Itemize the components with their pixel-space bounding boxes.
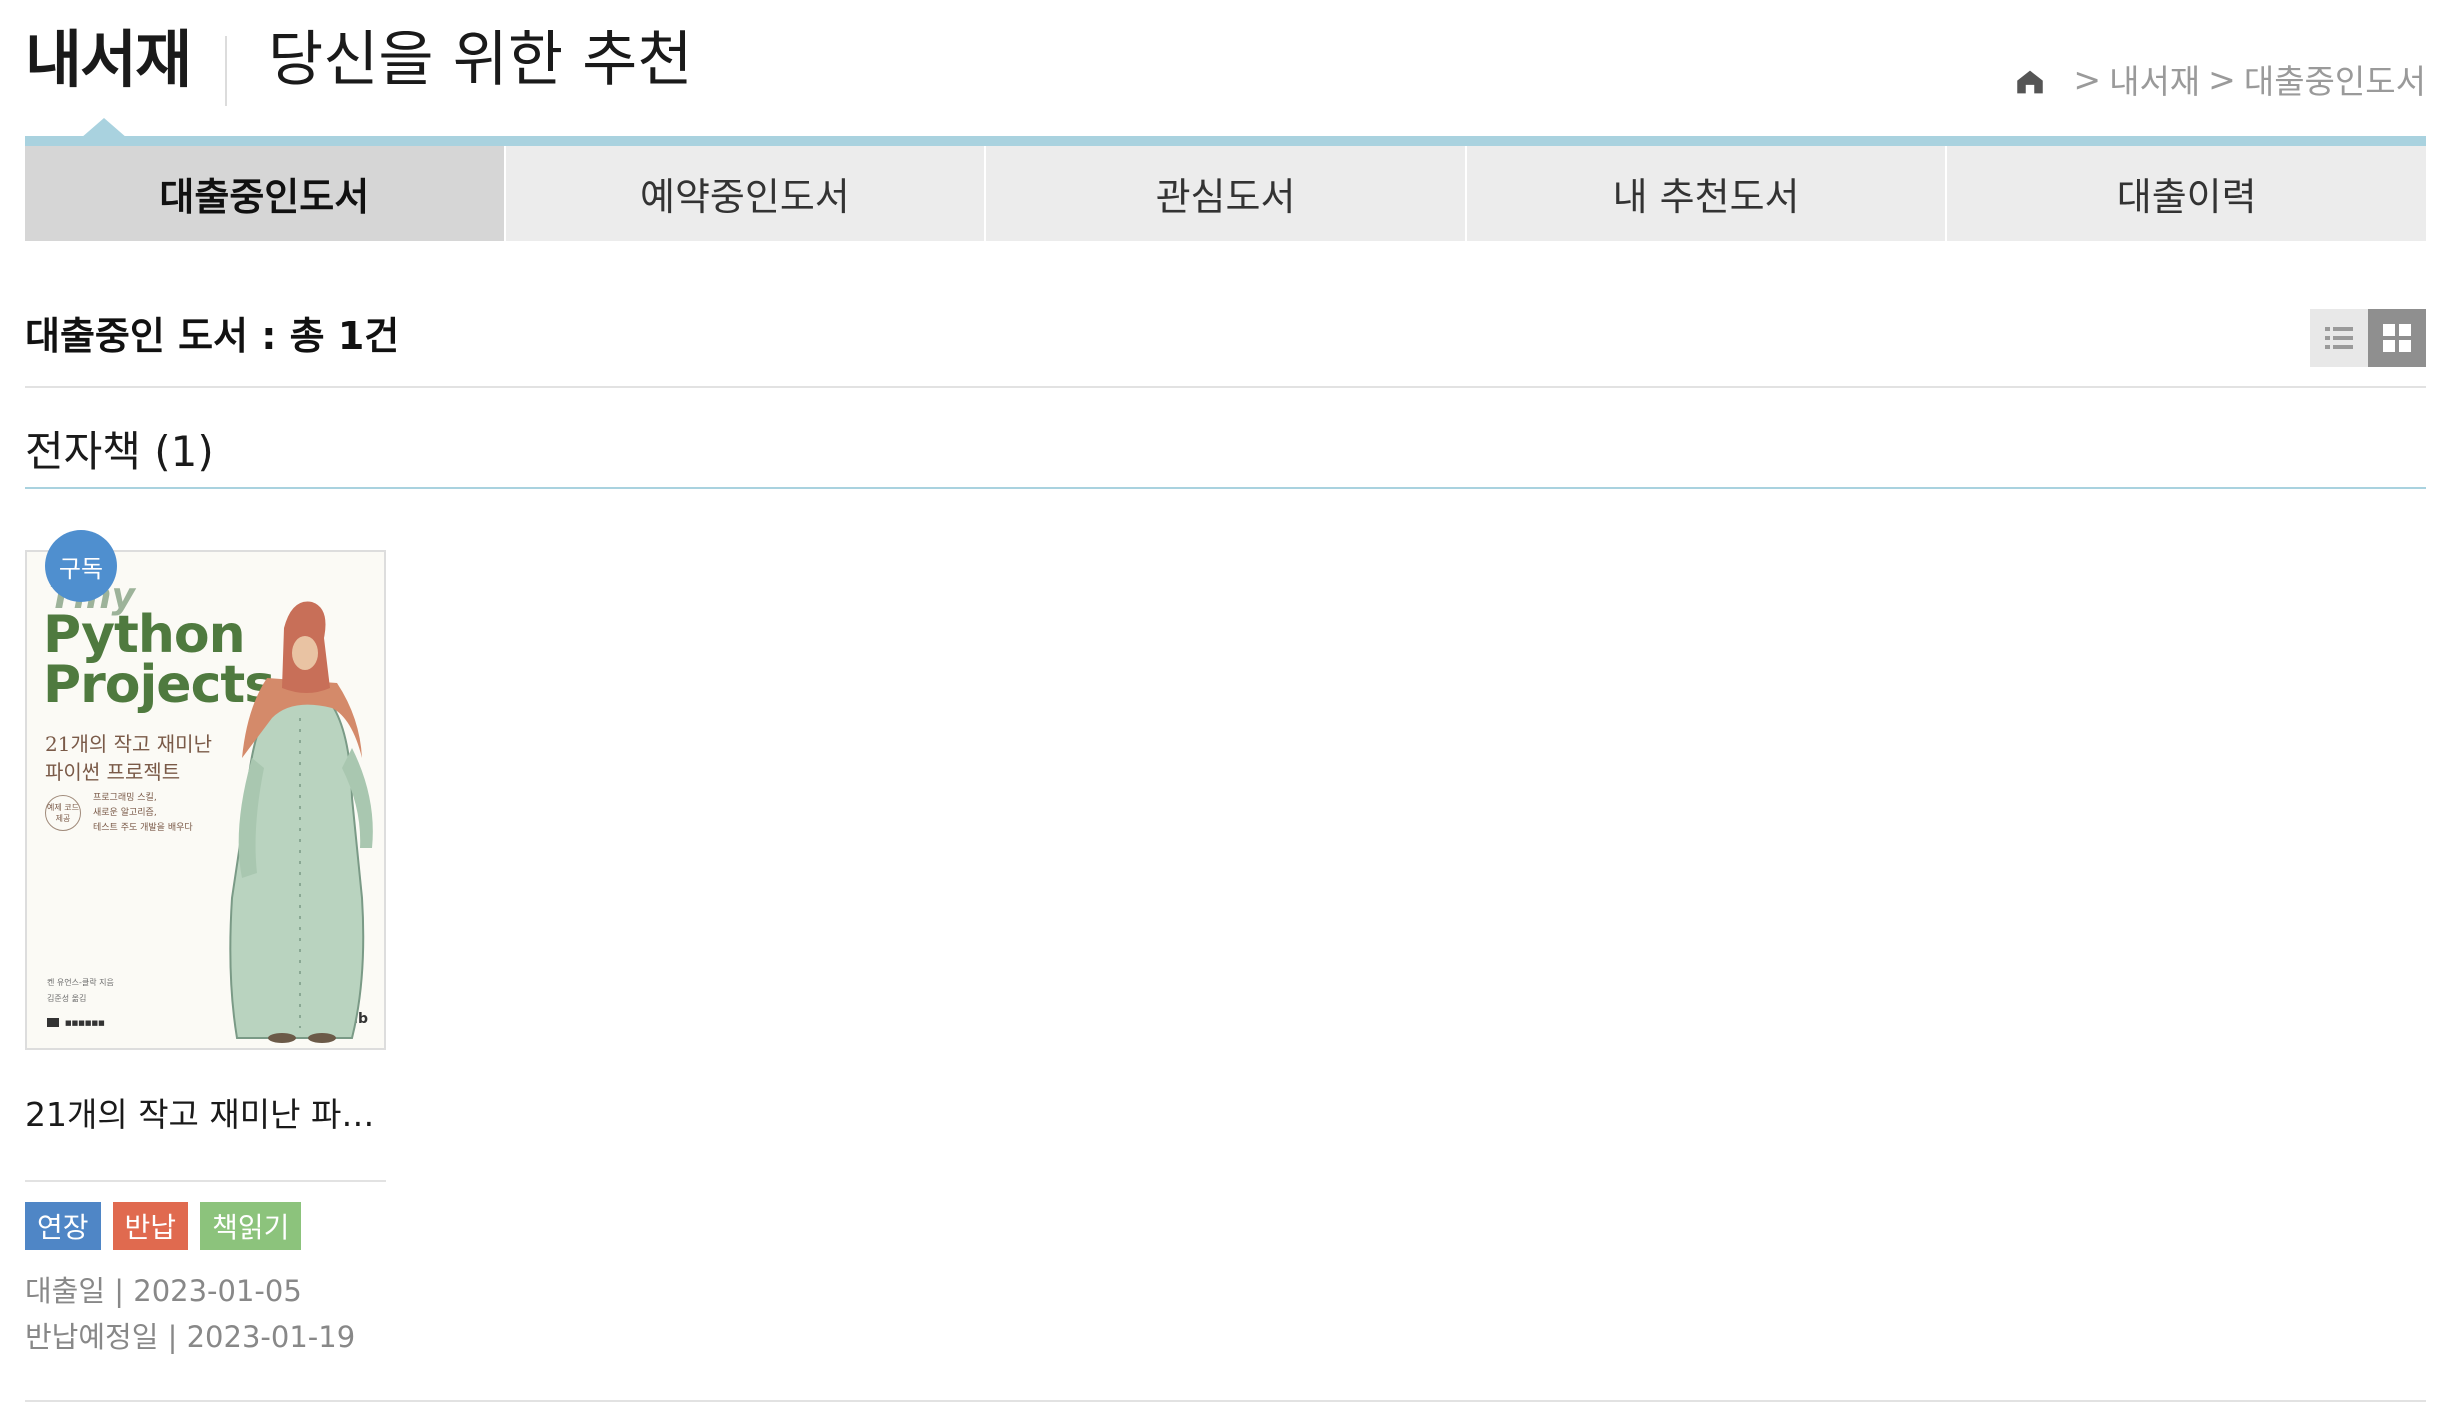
cover-illustration (229, 601, 373, 1043)
card-divider (25, 1180, 386, 1182)
breadcrumb-separator: > (2208, 59, 2236, 99)
book-title[interactable]: 21개의 작고 재미난 파이썬 프로젝트 (25, 1088, 386, 1136)
library-page: 내서재 당신을 위한 추천 > 내서재 > 대출중인도서 대출중인도서 예약중인… (0, 0, 2446, 1428)
extend-button[interactable]: 연장 (25, 1202, 101, 1250)
breadcrumb-item-current: 대출중인도서 (2243, 62, 2426, 101)
loan-dates: 대출일 | 2023-01-05 반납예정일 | 2023-01-19 (25, 1268, 386, 1360)
page-title: 내서재 (25, 23, 192, 96)
active-tab-pointer (81, 118, 127, 138)
book-actions: 연장 반납 책읽기 (25, 1202, 386, 1250)
cover-description: 프로그래밍 스킬, 새로운 알고리즘, 테스트 주도 개발을 배우다 (93, 793, 193, 833)
cover-author: 켄 유언스-클락 지음 김준성 옮김 (47, 978, 114, 1003)
ebook-section-heading: 전자책 (1) (25, 427, 214, 476)
book-cover[interactable]: Tiny Python Projects 21개의 작고 재미난 파이썬 프로젝… (25, 550, 386, 1050)
tab-bar: 대출중인도서 예약중인도서 관심도서 내 추천도서 대출이력 (25, 146, 2426, 241)
subscription-badge: 구독 (45, 530, 117, 602)
divider (25, 386, 2426, 388)
breadcrumb-separator: > (2073, 59, 2102, 99)
tab-bar-line (25, 136, 2426, 146)
tab-wishlist[interactable]: 관심도서 (984, 146, 1465, 241)
loan-date: 대출일 | 2023-01-05 (25, 1274, 302, 1308)
home-icon[interactable] (2013, 65, 2047, 99)
due-date: 반납예정일 | 2023-01-19 (25, 1320, 356, 1354)
recommend-link[interactable]: 당신을 위한 추천 (268, 20, 693, 100)
list-view-button[interactable] (2310, 309, 2368, 367)
cover-imprint: ■■■■■■ (47, 1018, 105, 1027)
tab-loan-history[interactable]: 대출이력 (1945, 146, 2426, 241)
cover-subtitle: 21개의 작고 재미난 파이썬 프로젝트 (45, 732, 212, 784)
loan-count-heading: 대출중인 도서 : 총 1건 (25, 314, 400, 358)
section-divider (25, 487, 2426, 489)
return-button[interactable]: 반납 (112, 1202, 189, 1250)
grid-view-icon (2383, 324, 2411, 352)
grid-view-button[interactable] (2368, 309, 2426, 367)
view-toggle (2310, 309, 2426, 367)
list-view-icon (2325, 327, 2353, 349)
tab-my-recommendations[interactable]: 내 추천도서 (1464, 146, 1946, 241)
tab-reservations[interactable]: 예약중인도서 (503, 146, 985, 241)
book-card: 구독 Tiny Python Projects 21개의 작고 재미난 파이썬 … (25, 530, 386, 1360)
breadcrumb: > 내서재 > 대출중인도서 (2013, 55, 2426, 103)
bottom-divider (25, 1400, 2426, 1402)
tab-current-loans[interactable]: 대출중인도서 (25, 146, 504, 241)
cover-round-badge: 예제 코드 제공 (45, 795, 81, 831)
breadcrumb-item-library[interactable]: 내서재 (2109, 55, 2200, 103)
read-book-button[interactable]: 책읽기 (200, 1202, 302, 1250)
title-divider (225, 36, 227, 106)
